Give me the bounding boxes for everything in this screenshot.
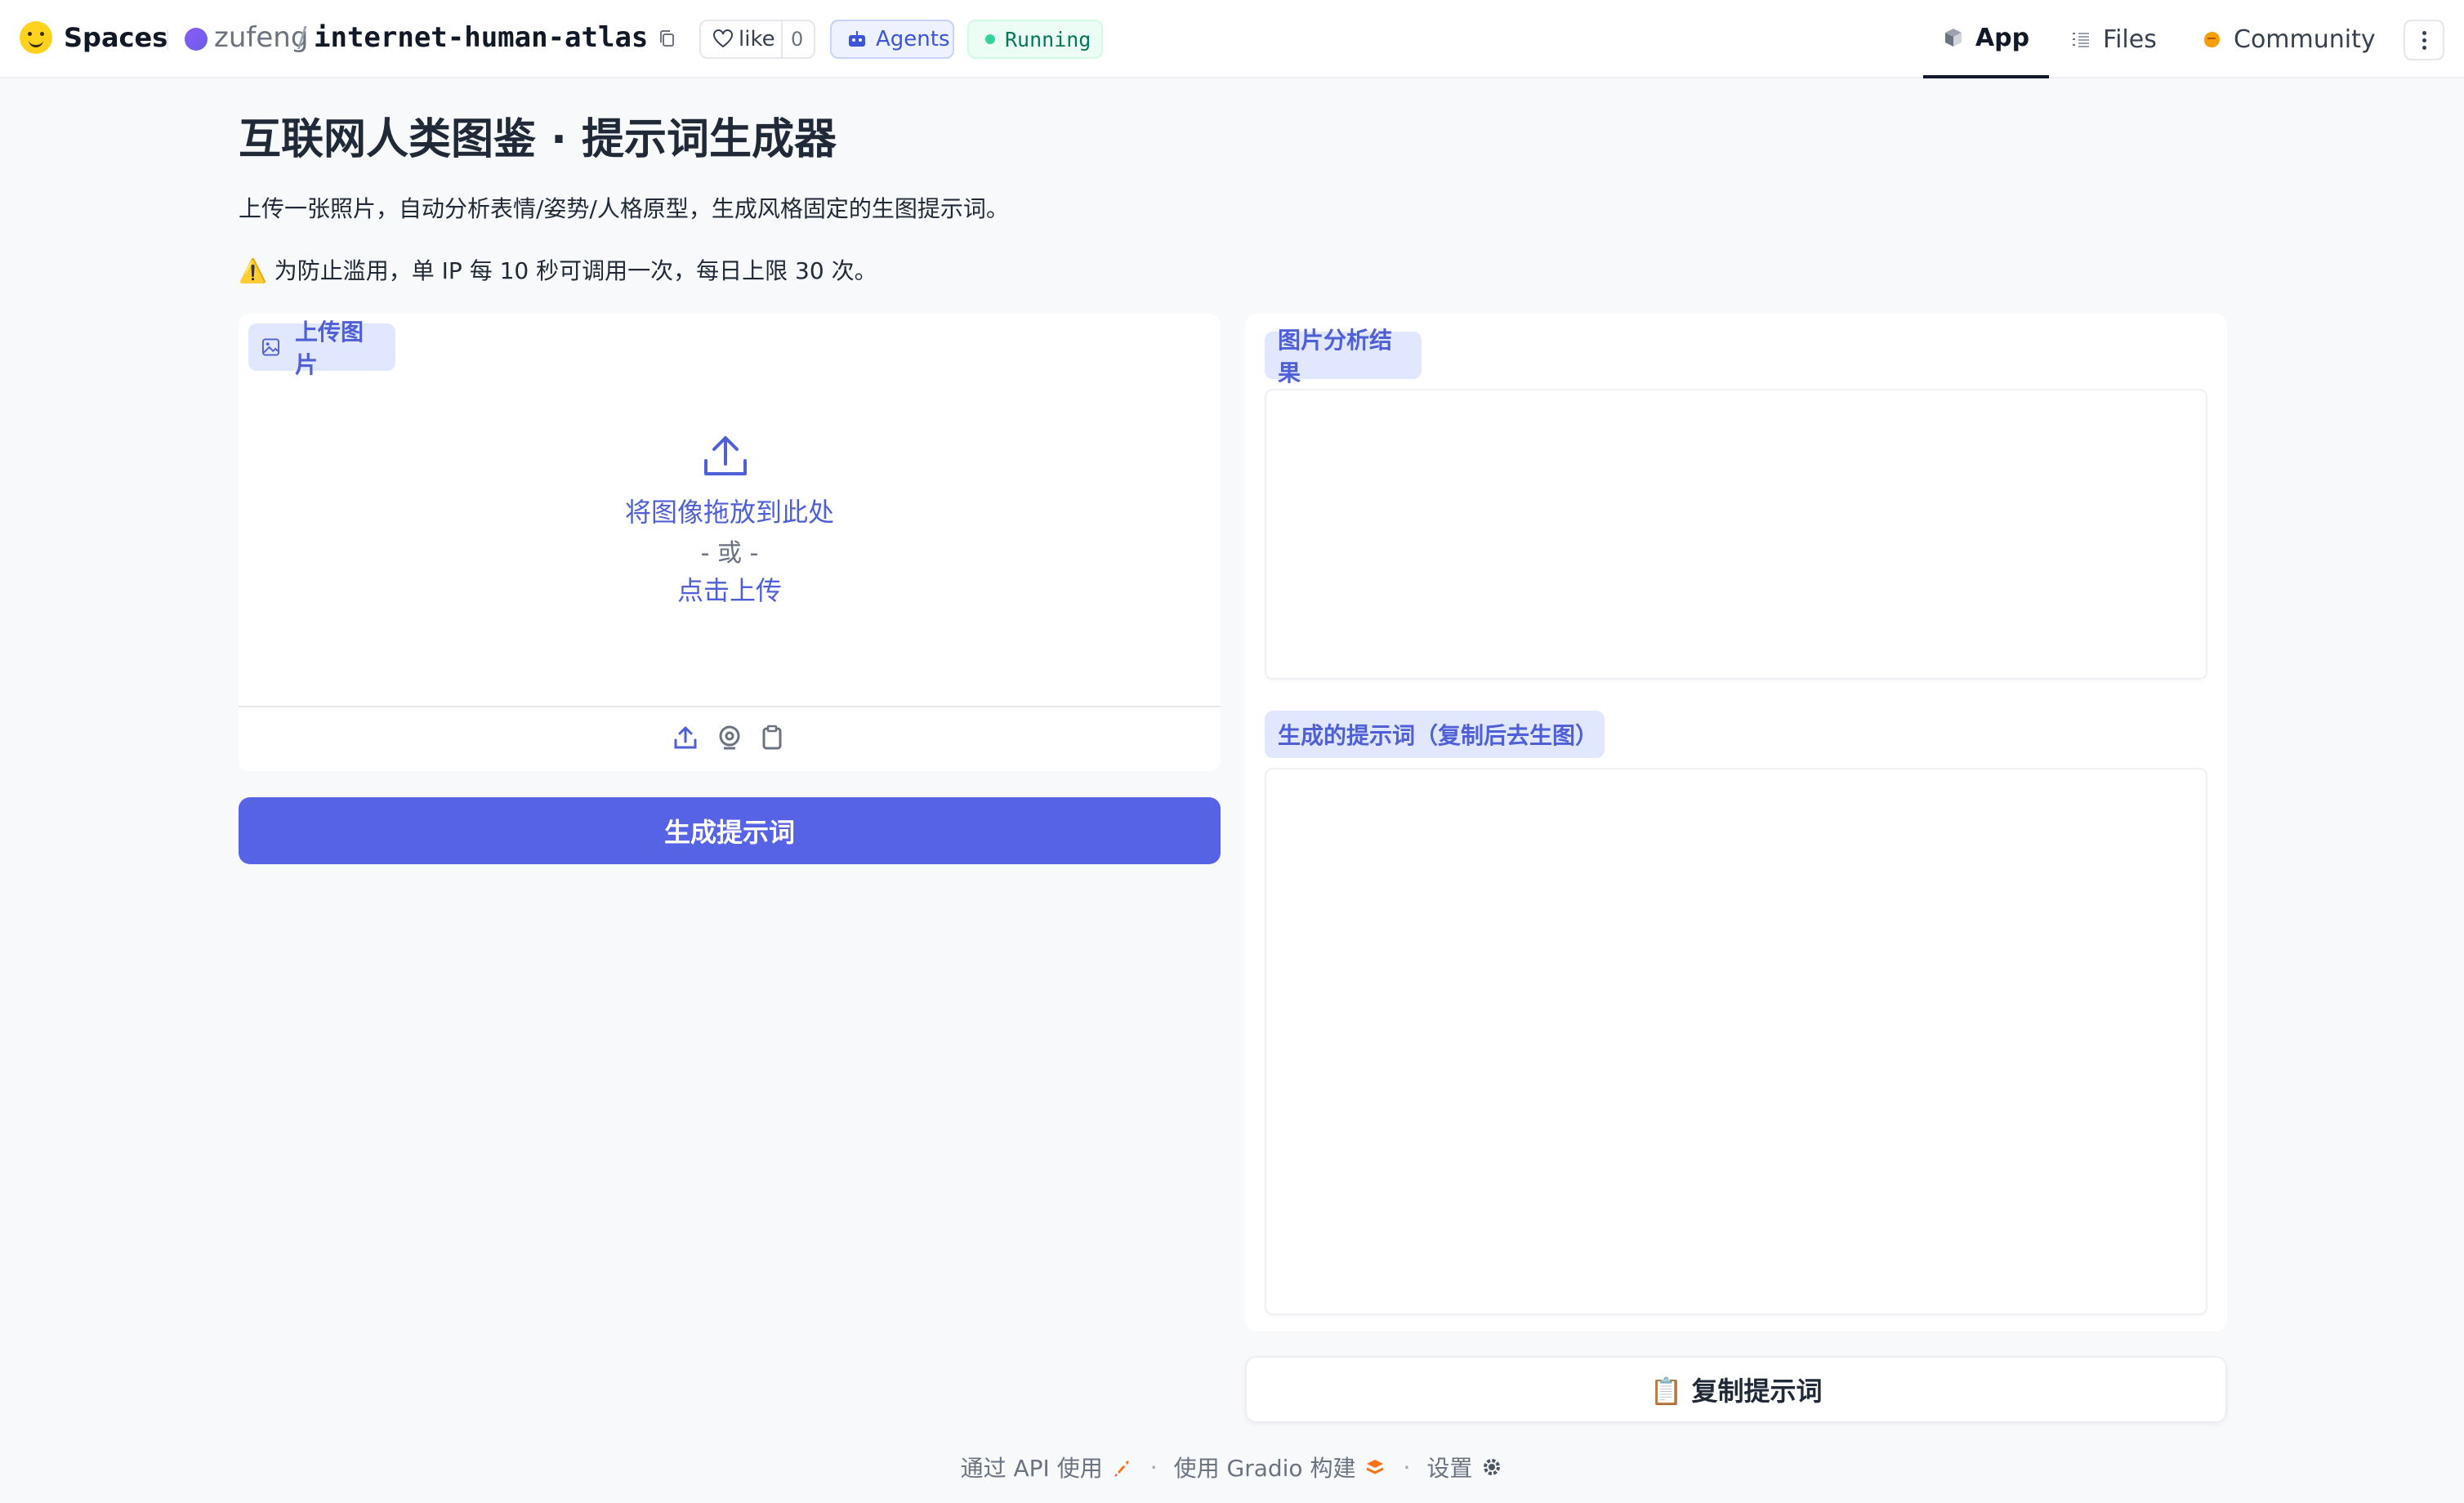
footer: 通过 API 使用 · 使用 Gradio 构建 · 设置 — [0, 1451, 2464, 1483]
analysis-label-chip: 图片分析结果 — [1265, 327, 1422, 386]
footer-separator: · — [1403, 1453, 1411, 1481]
status-dot — [985, 34, 995, 44]
upload-source-icon[interactable] — [672, 724, 699, 752]
agents-button[interactable]: Agents — [830, 20, 954, 59]
analysis-label: 图片分析结果 — [1278, 327, 1393, 386]
tab-app[interactable]: App — [1923, 0, 2049, 78]
heart-icon — [713, 29, 733, 48]
generate-prompt-button[interactable]: 生成提示词 — [239, 797, 1221, 864]
menu-dot — [2422, 46, 2426, 50]
tab-community-label: Community — [2234, 25, 2376, 54]
tab-files[interactable]: Files — [2070, 0, 2157, 78]
gradio-link[interactable]: 使用 Gradio 构建 — [1174, 1451, 1356, 1483]
huggingface-logo-icon — [20, 21, 52, 54]
brand-label: Spaces — [64, 22, 168, 53]
owner-avatar[interactable] — [185, 28, 208, 51]
path-separator: / — [297, 21, 307, 54]
tab-app-label: App — [1975, 23, 2030, 52]
analysis-result-textbox[interactable] — [1265, 389, 2207, 680]
webcam-icon[interactable] — [716, 724, 743, 752]
page-title: 互联网人类图鉴 · 提示词生成器 — [239, 115, 837, 164]
generated-prompt-textbox[interactable] — [1265, 768, 2207, 1315]
image-upload-panel: 上传图片 将图像拖放到此处 - 或 - 点击上传 — [239, 314, 1221, 771]
like-button[interactable]: like 0 — [699, 20, 815, 59]
copy-icon[interactable] — [658, 29, 676, 49]
upload-toolbar-divider — [239, 706, 1221, 707]
image-icon — [261, 338, 279, 356]
like-divider — [781, 21, 783, 57]
rocket-icon — [1114, 1461, 1129, 1477]
tab-files-label: Files — [2103, 25, 2157, 54]
menu-dot — [2422, 38, 2426, 42]
clipboard-icon[interactable] — [758, 724, 786, 752]
status-label: Running — [1005, 27, 1091, 51]
prompt-label: 生成的提示词（复制后去生图） — [1278, 722, 1599, 749]
click-upload-text: 点击上传 — [676, 575, 782, 606]
prompt-label-chip: 生成的提示词（复制后去生图） — [1265, 711, 1605, 758]
like-label: like — [739, 27, 775, 51]
cube-icon — [1944, 29, 1962, 47]
or-text: - 或 - — [700, 539, 759, 568]
repo-name-link[interactable]: internet-human-atlas — [314, 21, 648, 54]
agents-label: Agents — [876, 27, 950, 51]
status-badge[interactable]: Running — [967, 20, 1103, 59]
community-icon — [2204, 32, 2220, 47]
upload-label: 上传图片 — [294, 319, 364, 378]
upload-icon — [704, 436, 747, 475]
api-link[interactable]: 通过 API 使用 — [961, 1451, 1103, 1483]
settings-link[interactable]: 设置 — [1426, 1451, 1472, 1483]
image-drop-zone[interactable]: 上传图片 将图像拖放到此处 - 或 - 点击上传 — [239, 314, 1221, 706]
robot-icon — [849, 31, 865, 47]
upload-label-chip: 上传图片 — [248, 319, 395, 378]
copy-prompt-button[interactable]: 📋 复制提示词 — [1245, 1356, 2227, 1423]
owner-link[interactable]: zufeng — [214, 21, 308, 54]
more-menu-button[interactable] — [2404, 20, 2444, 60]
copy-prompt-label: 📋 复制提示词 — [1649, 1376, 1823, 1407]
gradio-logo-icon — [1366, 1460, 1385, 1474]
page-description: 上传一张照片，自动分析表情/姿势/人格原型，生成风格固定的生图提示词。 — [239, 195, 1009, 222]
spaces-home-link[interactable]: Spaces — [20, 21, 167, 54]
like-count: 0 — [791, 28, 804, 51]
top-nav: Spaces zufeng / internet-human-atlas lik… — [0, 0, 2464, 78]
output-panel: 图片分析结果 生成的提示词（复制后去生图） — [1245, 314, 2227, 1331]
nav-divider — [167, 29, 168, 49]
menu-dot — [2422, 31, 2426, 35]
files-icon — [2073, 33, 2089, 47]
tab-community[interactable]: Community — [2201, 0, 2376, 78]
drop-text: 将图像拖放到此处 — [624, 497, 834, 528]
rate-limit-warning: ⚠️ 为防止滥用，单 IP 每 10 秒可调用一次，每日上限 30 次。 — [239, 257, 877, 284]
gear-icon[interactable] — [1480, 1456, 1503, 1478]
footer-separator: · — [1149, 1453, 1158, 1481]
